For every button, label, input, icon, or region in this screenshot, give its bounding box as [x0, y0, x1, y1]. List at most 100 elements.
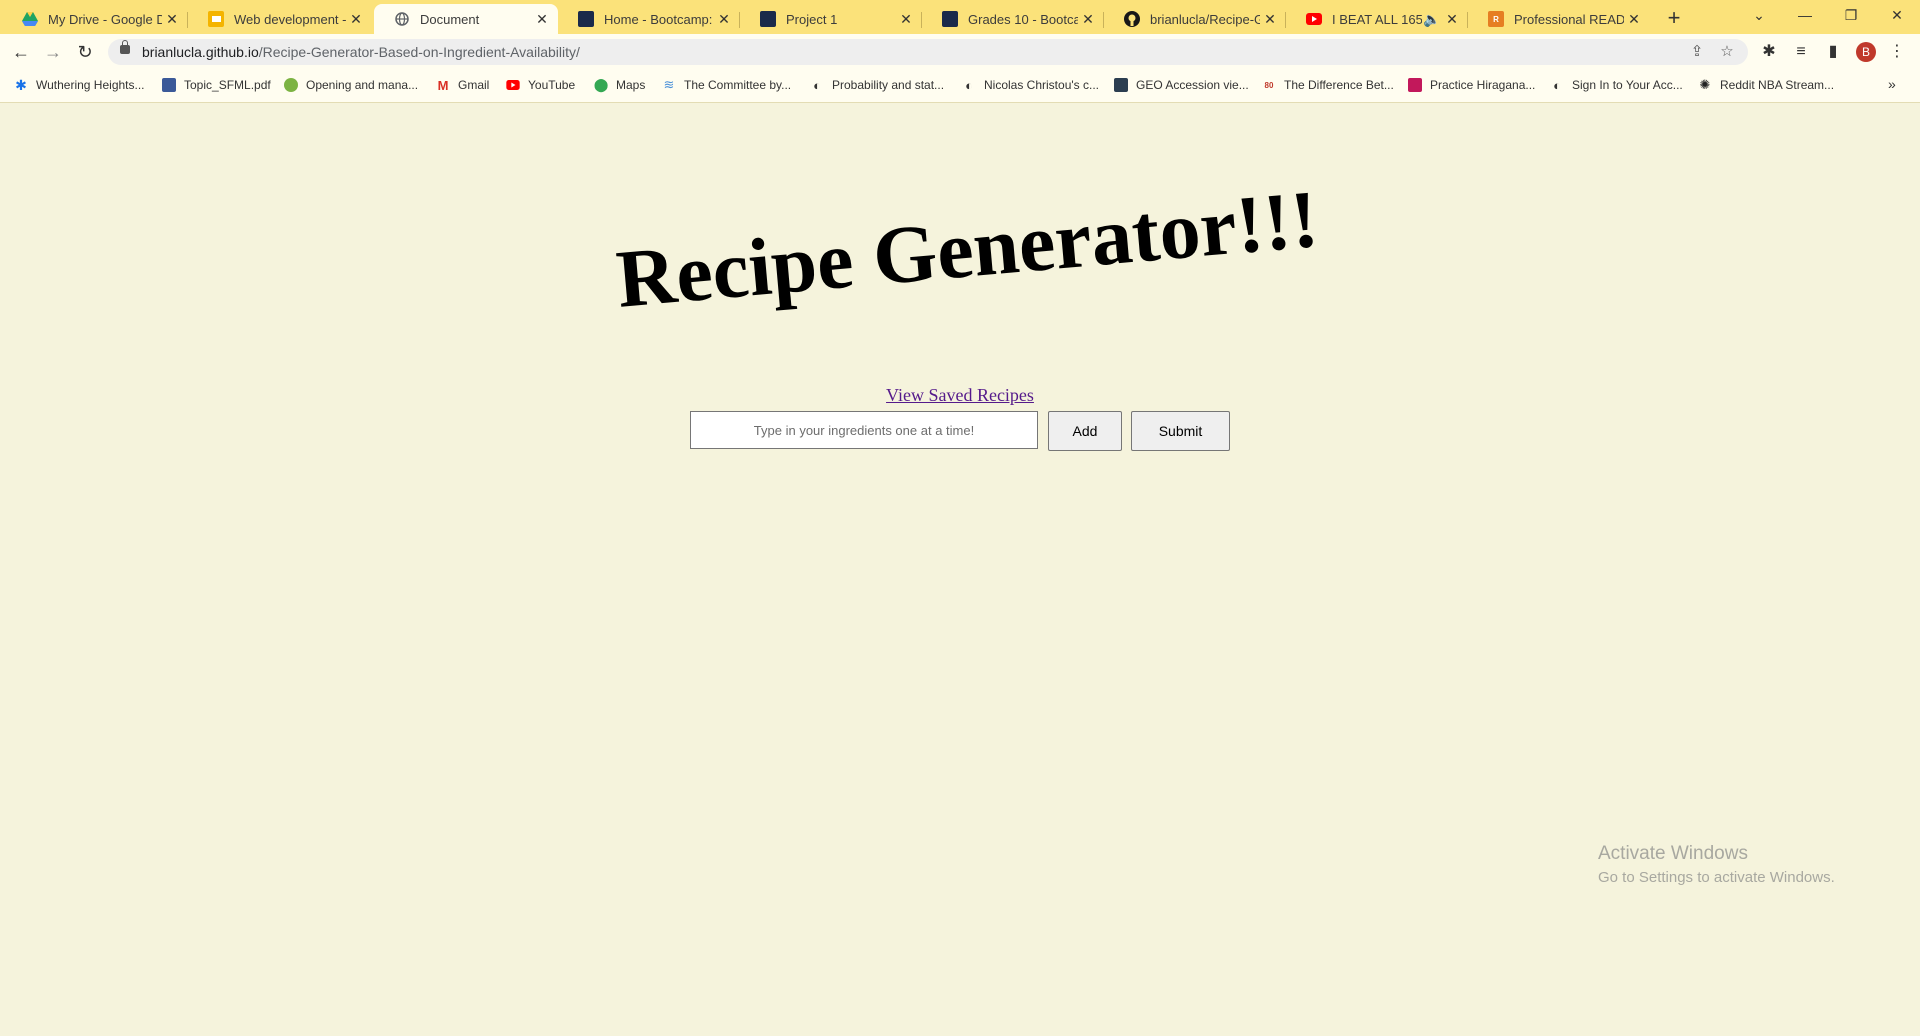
readme-icon: R: [1488, 11, 1504, 27]
stack-icon: ≋: [663, 77, 675, 92]
bookmark-label: Gmail: [458, 78, 490, 92]
close-icon[interactable]: ✕: [1442, 11, 1462, 28]
bootcamp-icon: [942, 11, 958, 27]
google-drive-icon: [22, 11, 38, 27]
bookmark-opening-and-mana[interactable]: Opening and mana...: [284, 78, 418, 92]
bookmark-label: Sign In to Your Acc...: [1572, 78, 1683, 92]
bookmark-label: Maps: [616, 78, 646, 92]
new-tab-button[interactable]: +: [1660, 4, 1688, 32]
tab-title: brianlucla/Recipe-Gen: [1150, 11, 1260, 27]
tab-title: Project 1: [786, 11, 838, 27]
bookmark-reddit-nba[interactable]: ✺ Reddit NBA Stream...: [1698, 77, 1835, 92]
bookmark-maps[interactable]: ⬤ Maps: [593, 77, 646, 92]
tab-title: Professional README: [1514, 11, 1624, 27]
bootcamp-icon: [578, 11, 594, 27]
speaker-icon[interactable]: 🔈: [1422, 11, 1442, 28]
bookmark-the-committee[interactable]: ≋ The Committee by...: [662, 77, 792, 92]
restore-icon[interactable]: ❐: [1828, 0, 1874, 30]
url-domain: brianlucla.github.io: [142, 44, 259, 60]
bookmark-label: The Difference Bet...: [1284, 78, 1394, 92]
reddit-icon: ✺: [1699, 77, 1711, 92]
page-title: Recipe Generator!!!: [612, 172, 1322, 325]
tab-search-icon[interactable]: ⌄: [1736, 0, 1782, 30]
close-icon[interactable]: ✕: [346, 11, 366, 28]
submit-button[interactable]: Submit: [1131, 411, 1230, 451]
bookmark-sign-in[interactable]: ◐ Sign In to Your Acc...: [1550, 77, 1683, 93]
8020-icon: 80: [1264, 80, 1274, 90]
close-icon[interactable]: ✕: [1078, 11, 1098, 28]
tab-bootcamp-home[interactable]: Home - Bootcamp: UC ✕: [558, 4, 740, 34]
bookmark-label: The Committee by...: [684, 78, 792, 92]
profile-avatar[interactable]: B: [1856, 42, 1876, 62]
add-button[interactable]: Add: [1048, 411, 1122, 451]
lock-icon: [120, 40, 130, 54]
bookmark-topic-sfml[interactable]: Topic_SFML.pdf: [162, 78, 271, 92]
tab-web-development[interactable]: Web development - G ✕: [188, 4, 372, 34]
bookmark-label: Probability and stat...: [832, 78, 945, 92]
bootcamp-icon: [760, 11, 776, 27]
bookmark-geo-accession[interactable]: GEO Accession vie...: [1114, 78, 1249, 92]
close-icon[interactable]: ✕: [162, 11, 182, 28]
globe-icon: ◐: [1553, 77, 1561, 93]
page-content: Recipe Generator!!! View Saved Recipes A…: [0, 103, 1920, 1036]
url-path: /Recipe-Generator-Based-on-Ingredient-Av…: [258, 44, 580, 60]
tab-title: Home - Bootcamp: UC: [604, 11, 714, 27]
gmail-icon: M: [437, 77, 449, 93]
geo-icon: [1114, 78, 1128, 92]
tab-github-recipe[interactable]: brianlucla/Recipe-Gen ✕: [1104, 4, 1286, 34]
youtube-icon: [1306, 11, 1322, 27]
ingredient-input[interactable]: [690, 411, 1038, 449]
bookmark-wuthering-heights[interactable]: ✱ Wuthering Heights...: [14, 76, 145, 93]
bookmark-label: YouTube: [528, 78, 576, 92]
back-icon[interactable]: ←: [8, 39, 34, 65]
tab-title: My Drive - Google Dri: [48, 11, 162, 27]
tab-title: Web development - G: [234, 11, 346, 27]
bookmark-the-difference[interactable]: 80 The Difference Bet...: [1262, 78, 1394, 92]
google-slides-icon: [208, 11, 224, 27]
side-panel-icon[interactable]: ▮: [1820, 39, 1846, 65]
close-icon[interactable]: ✕: [532, 11, 552, 28]
tab-document[interactable]: Document ✕: [374, 4, 558, 34]
view-saved-recipes-link-row: View Saved Recipes: [0, 385, 1920, 406]
forward-icon[interactable]: →: [40, 39, 66, 65]
bookmark-star-icon[interactable]: ☆: [1718, 43, 1736, 61]
view-saved-recipes-link[interactable]: View Saved Recipes: [886, 385, 1034, 405]
extensions-icon[interactable]: ✱: [1756, 39, 1782, 65]
activate-windows-watermark: Activate Windows Go to Settings to activ…: [1598, 843, 1835, 886]
snowflake-icon: ✱: [15, 76, 27, 93]
close-icon[interactable]: ✕: [1260, 11, 1280, 28]
maps-icon: ⬤: [593, 77, 609, 92]
menu-icon[interactable]: ⋮: [1884, 39, 1910, 65]
bookmark-youtube[interactable]: YouTube: [506, 78, 575, 92]
more-bookmarks-icon[interactable]: »: [1888, 76, 1896, 92]
address-bar[interactable]: brianlucla.github.io/Recipe-Generator-Ba…: [108, 39, 1748, 65]
bookmark-label: Reddit NBA Stream...: [1720, 78, 1835, 92]
browser-toolbar: ← → ↻ brianlucla.github.io/Recipe-Genera…: [0, 34, 1920, 70]
tab-grades-10[interactable]: Grades 10 - Bootcamp ✕: [922, 4, 1104, 34]
reading-list-icon[interactable]: ≡: [1788, 39, 1814, 65]
close-icon[interactable]: ✕: [714, 11, 734, 28]
share-icon[interactable]: ⇪: [1688, 43, 1706, 61]
bookmark-nicolas-christou[interactable]: ◐ Nicolas Christou's c...: [962, 78, 1099, 93]
bookmark-gmail[interactable]: M Gmail: [436, 77, 490, 93]
watermark-subtitle: Go to Settings to activate Windows.: [1598, 869, 1835, 886]
tab-youtube-video[interactable]: I BEAT ALL 165 BO 🔈 ✕: [1286, 4, 1468, 34]
bookmark-label: Wuthering Heights...: [36, 78, 145, 92]
tab-professional-readme[interactable]: R Professional README ✕: [1468, 4, 1650, 34]
tab-google-drive[interactable]: My Drive - Google Dri ✕: [2, 4, 188, 34]
reload-icon[interactable]: ↻: [72, 39, 98, 65]
minimize-icon[interactable]: —: [1782, 0, 1828, 30]
close-icon[interactable]: ✕: [896, 11, 916, 28]
hiragana-icon: [1408, 78, 1422, 92]
window-close-icon[interactable]: ✕: [1874, 0, 1920, 30]
tab-title: Document: [420, 11, 480, 27]
bookmarks-bar: ✱ Wuthering Heights... Topic_SFML.pdf Op…: [0, 70, 1920, 103]
tab-project-1[interactable]: Project 1 ✕: [740, 4, 922, 34]
bookmark-practice-hiragana[interactable]: Practice Hiragana...: [1408, 78, 1535, 92]
tab-strip: My Drive - Google Dri ✕ Web development …: [0, 0, 1920, 34]
bookmark-label: GEO Accession vie...: [1136, 78, 1249, 92]
bookmark-label: Opening and mana...: [306, 78, 419, 92]
youtube-icon: [506, 78, 520, 92]
bookmark-probability-and-stat[interactable]: ◐ Probability and stat...: [810, 78, 945, 93]
close-icon[interactable]: ✕: [1624, 11, 1644, 28]
